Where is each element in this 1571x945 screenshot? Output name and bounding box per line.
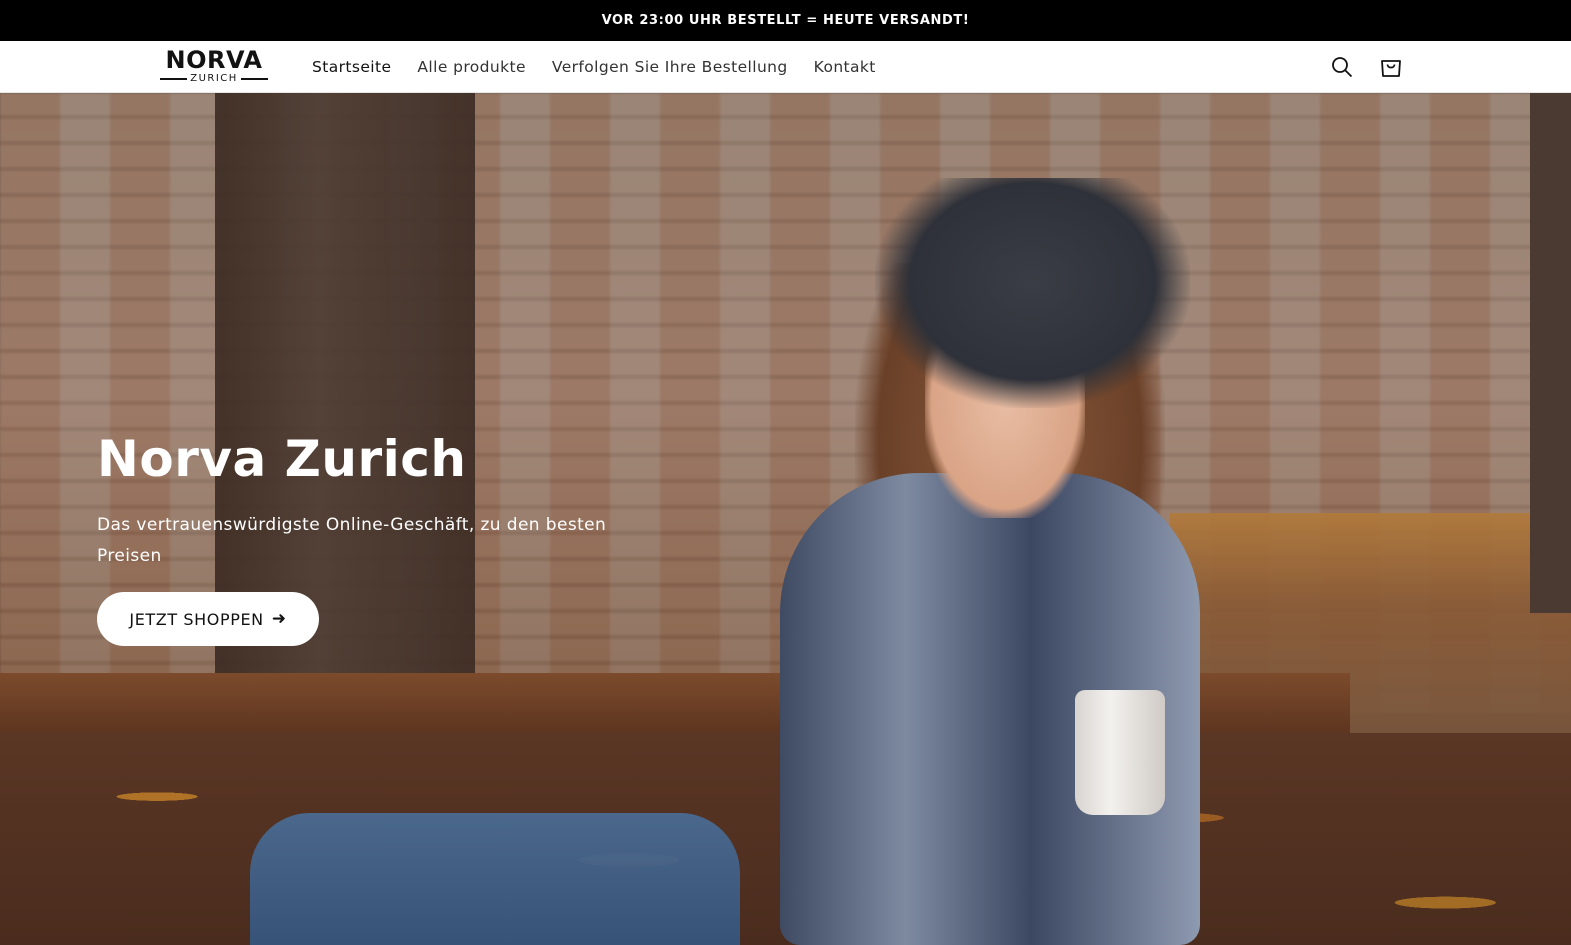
cart-button[interactable]: [1377, 53, 1405, 81]
shop-now-button[interactable]: JETZT SHOPPEN ➜: [97, 592, 319, 646]
logo-wordmark: NORVA: [165, 46, 263, 74]
search-icon: [1332, 57, 1353, 78]
shop-now-label: JETZT SHOPPEN: [129, 609, 264, 629]
announcement-text: VOR 23:00 UHR BESTELLT = HEUTE VERSANDT!: [601, 13, 970, 28]
site-header: NORVA ZURICH Startseite Alle produkte Ve…: [0, 41, 1571, 93]
main-nav: Startseite Alle produkte Verfolgen Sie I…: [312, 41, 902, 93]
hero-banner: Norva Zurich Das vertrauenswürdigste Onl…: [0, 93, 1571, 945]
nav-link-alle-produkte[interactable]: Alle produkte: [417, 58, 526, 76]
hero-coffee-cup: [1075, 690, 1165, 815]
hero-model-hat: [875, 178, 1190, 408]
cart-icon: [1381, 60, 1401, 77]
announcement-bar: VOR 23:00 UHR BESTELLT = HEUTE VERSANDT!: [0, 0, 1571, 41]
nav-link-bestellung-verfolgen[interactable]: Verfolgen Sie Ihre Bestellung: [552, 58, 788, 76]
hero-backpack: [250, 813, 740, 945]
hero-subtitle: Das vertrauenswürdigste Online-Geschäft,…: [97, 515, 607, 566]
logo-subline: ZURICH: [160, 73, 269, 85]
hero-title: Norva Zurich: [97, 430, 467, 488]
search-button[interactable]: [1328, 53, 1356, 81]
logo-subtext: ZURICH: [190, 73, 238, 84]
store-logo[interactable]: NORVA ZURICH: [160, 46, 269, 88]
nav-link-kontakt[interactable]: Kontakt: [814, 58, 876, 76]
arrow-right-icon: ➜: [271, 609, 287, 629]
hero-content: Norva Zurich Das vertrauenswürdigste Onl…: [97, 429, 617, 646]
nav-link-startseite[interactable]: Startseite: [312, 58, 391, 76]
hero-background-pole: [1530, 93, 1571, 613]
